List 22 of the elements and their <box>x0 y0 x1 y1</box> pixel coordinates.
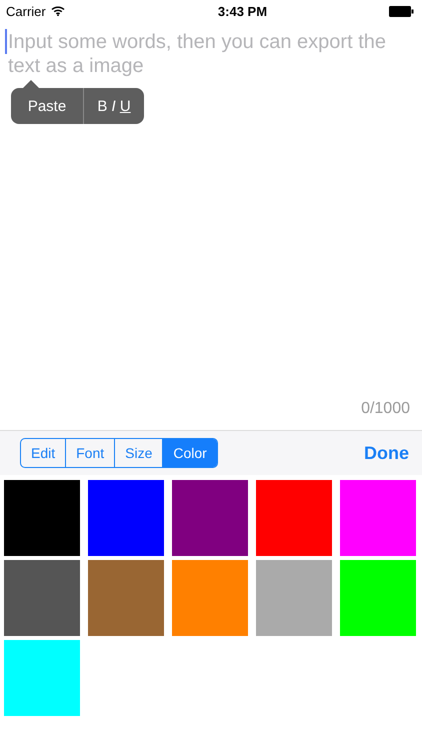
character-counter: 0/1000 <box>361 400 410 418</box>
color-swatch[interactable] <box>4 480 80 556</box>
color-swatch[interactable] <box>340 560 416 636</box>
color-swatch[interactable] <box>340 480 416 556</box>
carrier-name: Carrier <box>6 4 46 18</box>
battery-icon <box>388 6 414 16</box>
paste-menu-item[interactable]: Paste <box>11 88 83 124</box>
done-button[interactable]: Done <box>364 442 409 464</box>
text-style-menu-item[interactable]: B I U <box>83 88 144 124</box>
segment-tab[interactable]: Edit <box>21 439 66 467</box>
color-swatch[interactable] <box>88 560 164 636</box>
color-swatch[interactable] <box>256 560 332 636</box>
status-time: 3:43 PM <box>218 4 268 18</box>
color-swatch[interactable] <box>172 560 248 636</box>
wifi-icon <box>50 6 65 16</box>
color-swatch[interactable] <box>4 560 80 636</box>
segment-tab[interactable]: Color <box>162 439 217 467</box>
color-swatch[interactable] <box>88 480 164 556</box>
color-swatch[interactable] <box>256 480 332 556</box>
segment-tab[interactable]: Font <box>65 439 114 467</box>
color-swatch[interactable] <box>172 480 248 556</box>
color-swatch[interactable] <box>4 640 80 716</box>
